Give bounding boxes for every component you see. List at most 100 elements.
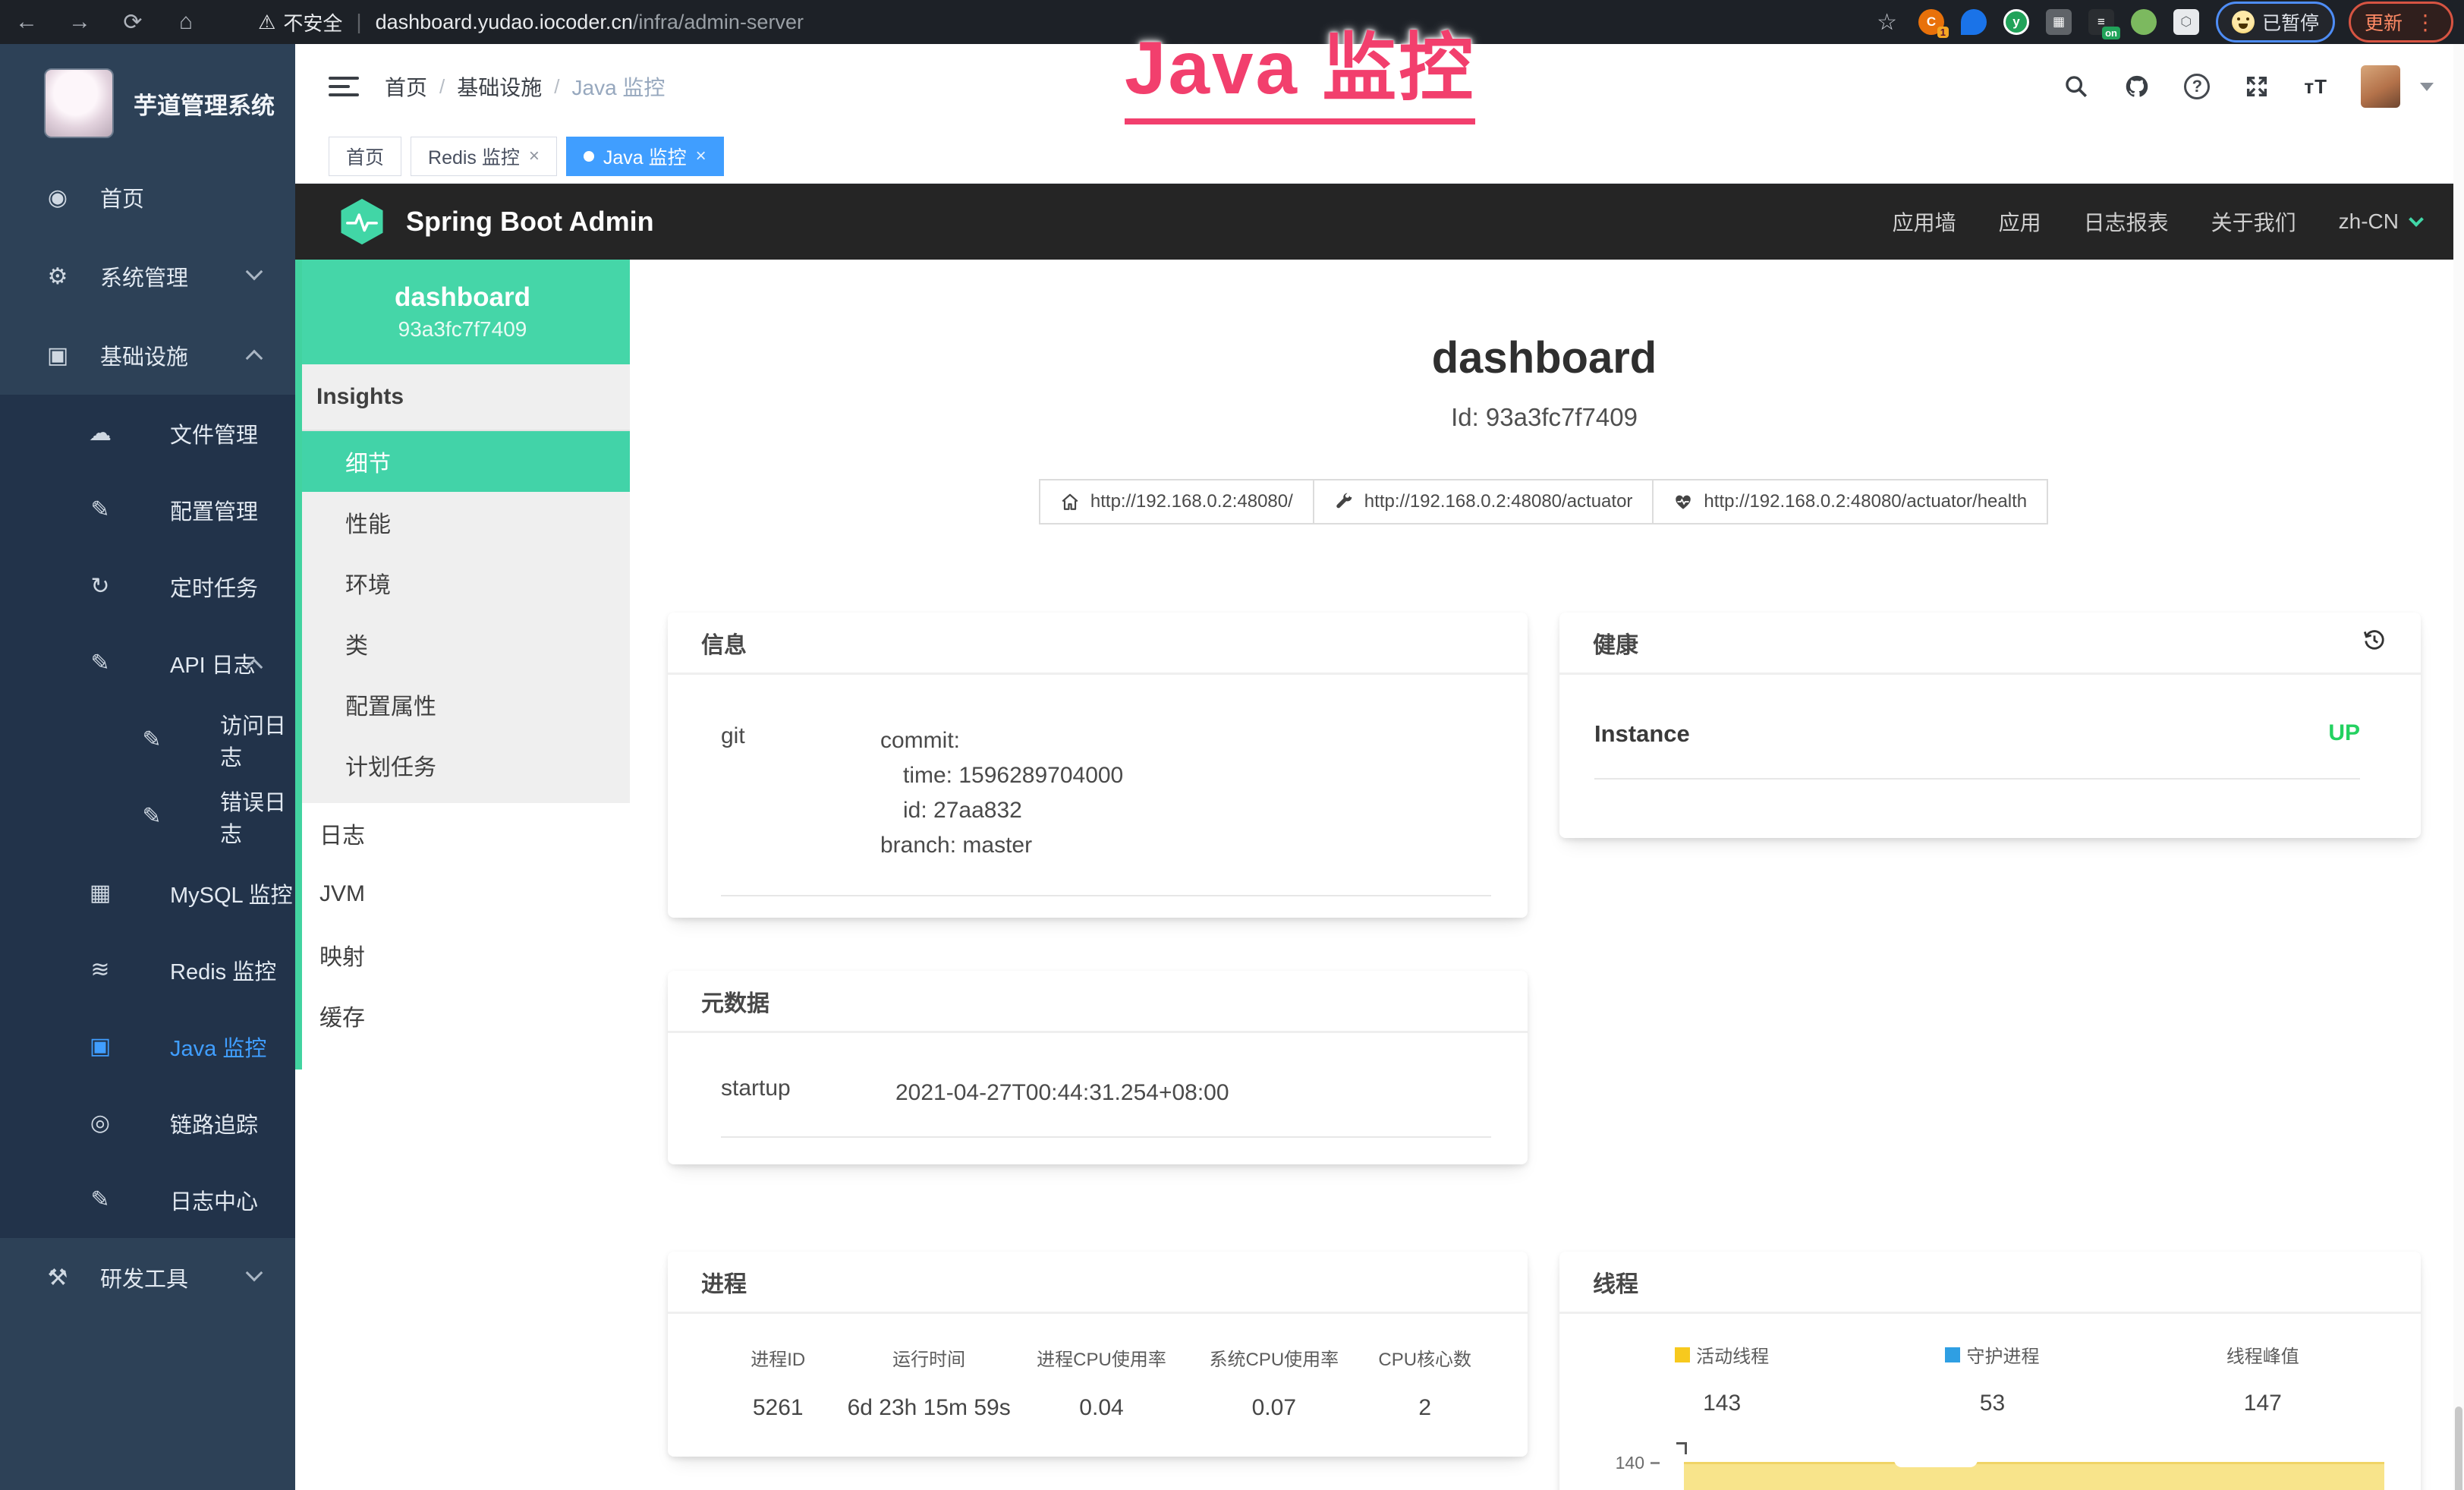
- java-monitor-icon: ▣: [85, 1033, 115, 1060]
- actuator-url-chip[interactable]: http://192.168.0.2:48080/actuator: [1313, 479, 1654, 524]
- git-value: commit: time: 1596289704000 id: 27aa832 …: [880, 723, 1123, 863]
- extension-icon-1[interactable]: C1: [1918, 9, 1944, 35]
- extension-icon-on[interactable]: ≡on: [2088, 9, 2114, 35]
- infra-submenu: ☁ 文件管理 ✎ 配置管理 ↻ 定时任务 ✎ API 日志 ✎ 访问日志 ✎: [0, 395, 295, 1238]
- sba-topbar: Spring Boot Admin 应用墙 应用 日志报表 关于我们 zh-CN: [295, 184, 2464, 260]
- extension-grid-icon[interactable]: ▦: [2046, 9, 2072, 35]
- sidebar-item-home[interactable]: ◉ 首页: [0, 158, 295, 237]
- sba-item-details[interactable]: 细节: [295, 431, 630, 492]
- breadcrumb-home[interactable]: 首页: [385, 71, 427, 102]
- metadata-card-title: 元数据: [668, 971, 1528, 1033]
- sidebar-item-infra[interactable]: ▣ 基础设施: [0, 316, 295, 395]
- sidebar-item-redis-monitor[interactable]: ≋ Redis 监控: [0, 931, 295, 1008]
- page-scrollbar-thumb[interactable]: [2455, 1407, 2462, 1490]
- update-button[interactable]: 更新 ⋮: [2349, 2, 2453, 43]
- sidebar-item-java-monitor[interactable]: ▣ Java 监控: [0, 1008, 295, 1085]
- sba-app-name: dashboard: [395, 282, 530, 313]
- service-url-chip[interactable]: http://192.168.0.2:48080/: [1039, 479, 1314, 524]
- extension-puzzle-icon[interactable]: ⬡: [2173, 9, 2199, 35]
- sba-item-scheduled-tasks[interactable]: 计划任务: [295, 735, 630, 795]
- font-size-icon[interactable]: тT: [2304, 75, 2327, 99]
- paused-badge[interactable]: 已暂停: [2216, 2, 2335, 43]
- tab-home[interactable]: 首页: [329, 137, 401, 176]
- breadcrumb-infra[interactable]: 基础设施: [457, 71, 542, 102]
- sidebar-item-config[interactable]: ✎ 配置管理: [0, 471, 295, 548]
- sidebar-item-api-logs[interactable]: ✎ API 日志: [0, 625, 295, 701]
- fullscreen-icon[interactable]: [2243, 73, 2270, 100]
- url-host[interactable]: dashboard.yudao.iocoder.cn: [376, 11, 633, 34]
- sba-nav-about[interactable]: 关于我们: [2211, 206, 2296, 237]
- legend-swatch-blue: [1945, 1347, 1960, 1362]
- startup-value: 2021-04-27T00:44:31.254+08:00: [895, 1076, 1229, 1110]
- health-url-chip[interactable]: http://192.168.0.2:48080/actuator/health: [1652, 479, 2048, 524]
- instance-title: dashboard: [668, 332, 2421, 383]
- sba-nav-applications[interactable]: 应用: [1999, 206, 2041, 237]
- sba-item-logs[interactable]: 日志: [295, 803, 630, 864]
- y-axis-bracket: [1676, 1442, 1687, 1454]
- sidebar-item-log-center[interactable]: ✎ 日志中心: [0, 1161, 295, 1238]
- process-col-system-cpu: 系统CPU使用率 0.07: [1188, 1344, 1360, 1421]
- sba-item-config-props[interactable]: 配置属性: [295, 674, 630, 735]
- process-col-pid: 进程ID 5261: [713, 1344, 843, 1421]
- history-icon: ↻: [85, 573, 115, 600]
- extension-icon-y[interactable]: y: [2003, 9, 2029, 35]
- sba-item-metrics[interactable]: 性能: [295, 492, 630, 553]
- app-logo-row[interactable]: 芋道管理系统: [0, 44, 295, 158]
- extension-leaf-icon[interactable]: [2131, 9, 2157, 35]
- eye-icon: ◎: [85, 1110, 115, 1136]
- sidebar-item-error-logs[interactable]: ✎ 错误日志: [0, 778, 295, 855]
- sba-item-jvm[interactable]: JVM: [295, 864, 630, 925]
- chevron-down-icon: [246, 1265, 263, 1282]
- threads-card-title: 线程: [1559, 1252, 2421, 1314]
- security-label[interactable]: 不安全: [283, 8, 342, 36]
- health-history-icon[interactable]: [2362, 627, 2387, 659]
- sidebar-item-access-logs[interactable]: ✎ 访问日志: [0, 701, 295, 778]
- sidebar-item-dev-tools[interactable]: ⚒ 研发工具: [0, 1238, 295, 1317]
- url-path[interactable]: /infra/admin-server: [633, 11, 804, 34]
- sidebar-item-mysql-monitor[interactable]: ▦ MySQL 监控: [0, 855, 295, 931]
- close-icon[interactable]: ×: [696, 146, 706, 167]
- sba-app-header[interactable]: dashboard 93a3fc7f7409: [295, 260, 630, 364]
- insecure-warning-icon[interactable]: ⚠: [258, 11, 275, 34]
- reload-icon[interactable]: ⟳: [106, 9, 159, 36]
- sba-item-environment[interactable]: 环境: [295, 553, 630, 613]
- forward-icon[interactable]: →: [53, 9, 106, 35]
- tab-java-monitor[interactable]: Java 监控 ×: [566, 137, 724, 176]
- log-edit-icon: ✎: [85, 650, 115, 676]
- sba-brand-title[interactable]: Spring Boot Admin: [406, 206, 654, 238]
- github-icon[interactable]: [2123, 73, 2151, 100]
- sba-language-select[interactable]: zh-CN: [2339, 209, 2399, 234]
- legend-daemon-threads: 守护进程 53: [1857, 1341, 2127, 1416]
- sba-nav-wallboard[interactable]: 应用墙: [1893, 206, 1956, 237]
- browser-menu-icon[interactable]: ⋮: [2415, 10, 2437, 35]
- sba-item-classes[interactable]: 类: [295, 613, 630, 674]
- close-icon[interactable]: ×: [529, 146, 540, 167]
- app-title: 芋道管理系统: [134, 87, 275, 121]
- help-icon[interactable]: ?: [2184, 74, 2210, 99]
- page-scrollbar-track[interactable]: [2453, 44, 2464, 1490]
- collapse-menu-icon[interactable]: [329, 77, 359, 96]
- sidebar-item-system[interactable]: ⚙ 系统管理: [0, 237, 295, 316]
- sba-nav-journal[interactable]: 日志报表: [2084, 206, 2169, 237]
- user-menu-caret-icon[interactable]: [2420, 83, 2434, 91]
- instance-label: Instance: [1594, 720, 1690, 748]
- home-icon[interactable]: ⌂: [159, 9, 212, 35]
- health-card-title: 健康: [1593, 626, 1638, 660]
- search-icon[interactable]: [2063, 73, 2090, 100]
- sidebar-item-tracing[interactable]: ◎ 链路追踪: [0, 1085, 295, 1161]
- insights-section-title: Insights: [295, 364, 630, 431]
- toolbox-icon: ⚒: [42, 1265, 73, 1291]
- spring-boot-admin-logo: [338, 197, 386, 246]
- sidebar-item-files[interactable]: ☁ 文件管理: [0, 395, 295, 471]
- extension-pin-icon[interactable]: [1961, 9, 1987, 35]
- emoji-face-icon: [2232, 11, 2255, 33]
- url-separator: |: [356, 10, 361, 34]
- back-icon[interactable]: ←: [0, 9, 53, 35]
- sba-item-caches[interactable]: 缓存: [295, 985, 630, 1046]
- user-avatar[interactable]: [2361, 65, 2400, 108]
- bookmark-star-icon[interactable]: ☆: [1877, 9, 1897, 36]
- tab-redis-monitor[interactable]: Redis 监控 ×: [411, 137, 557, 176]
- metadata-card: 元数据 startup 2021-04-27T00:44:31.254+08:0…: [668, 971, 1528, 1164]
- sidebar-item-scheduled-tasks[interactable]: ↻ 定时任务: [0, 548, 295, 625]
- sba-item-mappings[interactable]: 映射: [295, 925, 630, 985]
